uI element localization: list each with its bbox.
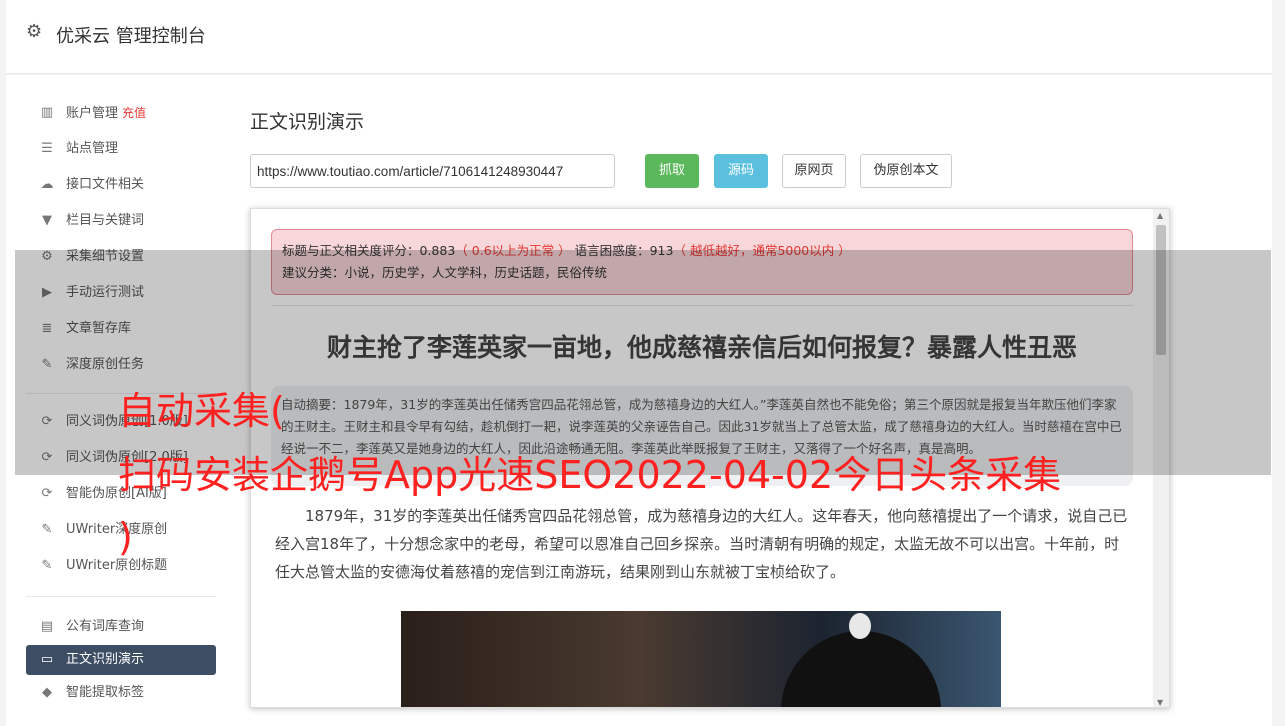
bar-chart-icon: ▥: [40, 105, 54, 120]
book-icon: ▤: [40, 619, 54, 634]
sidebar-item-columns-keywords[interactable]: ▼ 栏目与关键词: [26, 203, 216, 239]
qing-hat-shape: [781, 631, 941, 707]
scroll-down-icon[interactable]: ▼: [1157, 698, 1163, 707]
top-bar: ⚙ 优采云 管理控制台: [6, 0, 1272, 74]
sidebar-item-label: 账户管理: [66, 106, 119, 121]
source-button[interactable]: 源码: [714, 154, 768, 188]
sidebar-item-label: UWriter深度原创: [66, 522, 168, 537]
url-input[interactable]: [250, 154, 615, 188]
sidebar-item-sites[interactable]: ☰ 站点管理: [26, 131, 216, 167]
sidebar-item-label: UWriter原创标题: [66, 558, 168, 573]
sidebar-item-label: 栏目与关键词: [66, 213, 145, 228]
sidebar-item-label: 正文识别演示: [66, 652, 145, 667]
article-paragraph: 1879年，31岁的李莲英出任储秀宫四品花翎总管，成为慈禧身边的大红人。这年春天…: [275, 507, 1128, 581]
sidebar-item-label: 接口文件相关: [66, 177, 145, 192]
watermark-line-1: 自动采集(: [118, 389, 285, 433]
sidebar-item-label: 公有词库查询: [66, 619, 145, 634]
sidebar-item-account[interactable]: ▥ 账户管理 充值: [26, 95, 216, 131]
edit-icon: ✎: [41, 522, 53, 537]
sidebar-divider: [26, 596, 216, 597]
server-icon: ☰: [41, 141, 53, 156]
refresh-icon: ⟳: [41, 486, 53, 501]
hat-knob-shape: [849, 613, 871, 639]
recharge-link[interactable]: 充值: [122, 106, 146, 120]
article-image: [401, 611, 1001, 707]
scroll-up-icon[interactable]: ▲: [1157, 211, 1163, 220]
sidebar-item-public-dict[interactable]: ▤ 公有词库查询: [26, 609, 216, 645]
cloud-upload-icon: ☁: [40, 177, 54, 192]
watermark-line-3: ): [118, 515, 133, 559]
page-title: 正文识别演示: [250, 111, 365, 133]
original-page-button[interactable]: 原网页: [782, 154, 846, 188]
monitor-icon: ▭: [40, 652, 54, 667]
sidebar-item-interface-files[interactable]: ☁ 接口文件相关: [26, 167, 216, 203]
edit-icon: ✎: [41, 558, 53, 573]
app-title: 优采云 管理控制台: [56, 26, 206, 47]
tag-icon: ◆: [42, 685, 52, 700]
pseudo-original-button[interactable]: 伪原创本文: [860, 154, 952, 188]
sidebar-item-extract-tags[interactable]: ◆ 智能提取标签: [26, 675, 216, 711]
sidebar-item-text-recognition[interactable]: ▭ 正文识别演示: [26, 645, 216, 675]
watermark-line-2: 扫码安装企鹅号App光速SEO2022-04-02今日头条采集: [118, 453, 1062, 497]
watermark-overlay: [15, 250, 1271, 475]
fetch-button[interactable]: 抓取: [645, 154, 699, 188]
sidebar-item-label: 智能提取标签: [66, 685, 145, 700]
gear-icon[interactable]: ⚙: [26, 22, 46, 42]
sidebar-item-label: 站点管理: [66, 141, 119, 156]
filter-icon: ▼: [42, 213, 52, 228]
